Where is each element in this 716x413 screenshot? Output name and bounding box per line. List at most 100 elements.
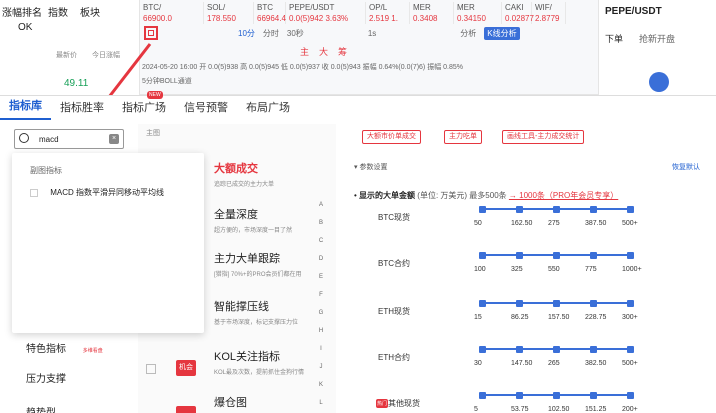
- slider-stop[interactable]: [479, 300, 486, 307]
- alpha-letter[interactable]: C: [316, 232, 326, 250]
- indicator-desc: KOL最及次数，提前抓住金狗行情: [214, 370, 305, 376]
- slider-stop[interactable]: [590, 300, 597, 307]
- ticker-item[interactable]: SOL/178.550: [204, 2, 254, 24]
- ticker-item[interactable]: CAKI 0.02877: [502, 2, 534, 24]
- feature-pill[interactable]: 主力吃单: [444, 130, 482, 144]
- tab-layout[interactable]: 布局广场: [237, 99, 299, 120]
- tool-big[interactable]: 大: [319, 45, 328, 58]
- slider-stop[interactable]: [553, 346, 560, 353]
- slider-stop[interactable]: [553, 300, 560, 307]
- liquidation-tag: [176, 406, 196, 413]
- slider-stop[interactable]: [590, 206, 597, 213]
- alpha-letter[interactable]: I: [316, 340, 326, 358]
- tab-library[interactable]: 指标库: [0, 97, 51, 120]
- s1-button[interactable]: 1s: [368, 29, 376, 38]
- slider-track[interactable]: [479, 206, 634, 213]
- interval-select[interactable]: 10分: [238, 28, 255, 39]
- tab-sector[interactable]: 板块: [80, 4, 100, 19]
- alpha-letter[interactable]: G: [316, 304, 326, 322]
- slider-stop[interactable]: [627, 392, 634, 399]
- indicator-list-item[interactable]: 大额成交 追踪已成交的主力大单: [214, 160, 274, 188]
- grab-tab[interactable]: 抢新开盘: [639, 32, 675, 45]
- indicator-list-item[interactable]: KOL关注指标 KOL最及次数，提前抓住金狗行情: [214, 348, 304, 376]
- slider-stop[interactable]: [516, 206, 523, 213]
- slider-stop[interactable]: [479, 392, 486, 399]
- alpha-letter[interactable]: E: [316, 268, 326, 286]
- result-item-macd[interactable]: MACD 指数平滑异同移动平均线: [30, 187, 164, 198]
- alpha-letter[interactable]: K: [316, 376, 326, 394]
- order-tab[interactable]: 下单: [605, 32, 623, 45]
- alpha-letter[interactable]: A: [316, 196, 326, 214]
- sec30-button[interactable]: 30秒: [287, 28, 304, 39]
- sidebar-item-feature[interactable]: 特色指标 多维看盘: [26, 340, 103, 355]
- indicator-list-item[interactable]: 全量深度 超方便的，市场深度一目了然: [214, 206, 292, 234]
- ticker-item[interactable]: BTC 66964.4: [254, 2, 286, 24]
- tab-winrate[interactable]: 指标胜率: [51, 99, 113, 120]
- tool-main[interactable]: 主: [300, 45, 309, 58]
- feature-pill[interactable]: 画线工具-主力成交统计: [502, 130, 585, 144]
- slider-stop[interactable]: [479, 206, 486, 213]
- feature-pill[interactable]: 大额市价单成交: [362, 130, 421, 144]
- ok-button[interactable]: OK: [18, 22, 32, 33]
- slider-stop[interactable]: [627, 346, 634, 353]
- kol-tag: 机会: [176, 360, 196, 376]
- tab-square[interactable]: 指标广场 NEW: [113, 91, 175, 120]
- alpha-letter[interactable]: B: [316, 214, 326, 232]
- analysis-button[interactable]: 分析: [460, 28, 476, 39]
- sidebar-item-trend[interactable]: 趋势型: [26, 404, 56, 413]
- alpha-letter[interactable]: J: [316, 358, 326, 376]
- indicator-button[interactable]: [144, 26, 158, 40]
- alpha-letter[interactable]: L: [316, 394, 326, 412]
- slider-track[interactable]: [479, 252, 634, 259]
- slider-stop[interactable]: [479, 346, 486, 353]
- slider-stop[interactable]: [479, 252, 486, 259]
- slider-tick-label: 382.50: [585, 360, 607, 367]
- slider-stop[interactable]: [516, 300, 523, 307]
- alpha-letter[interactable]: H: [316, 322, 326, 340]
- ticker-item[interactable]: PEPE/USDT 0.0(5)942 3.63%: [286, 2, 366, 24]
- result-checkbox[interactable]: [30, 188, 38, 197]
- tab-signal[interactable]: 信号预警: [175, 99, 237, 120]
- slider-tick-label: 325: [511, 266, 523, 273]
- threshold-upgrade-link[interactable]: → 1000条（PRO年会员专享）: [509, 191, 618, 200]
- indicator-list-item[interactable]: 主力大单跟踪 [猎指] 70%+的PRO会员们都在用: [214, 250, 302, 278]
- slider-track[interactable]: [479, 392, 634, 399]
- slider-tick-label: 387.50: [585, 220, 607, 227]
- indicator-list-item[interactable]: 智能撑压线 基于市场深度，标记支撑压力位: [214, 298, 298, 326]
- ticker-item[interactable]: BTC/66900.0: [140, 2, 204, 24]
- slider-track[interactable]: [479, 346, 634, 353]
- timeshare-button[interactable]: 分时: [263, 28, 279, 39]
- ticker-item[interactable]: MER 0.3408: [410, 2, 454, 24]
- slider-stop[interactable]: [553, 252, 560, 259]
- slider-stop[interactable]: [627, 252, 634, 259]
- slider-name: BTC现货: [378, 213, 410, 222]
- alpha-letter[interactable]: D: [316, 250, 326, 268]
- slider-stop[interactable]: [553, 392, 560, 399]
- alpha-letter[interactable]: F: [316, 286, 326, 304]
- clear-icon[interactable]: ×: [109, 134, 119, 144]
- ticker-item[interactable]: OP/L 2.519 1.: [366, 2, 410, 24]
- search-input[interactable]: macd: [39, 135, 59, 144]
- indicator-list-item[interactable]: 爆仓图: [214, 394, 247, 413]
- ticker-item[interactable]: WIF/2.8779: [532, 2, 566, 24]
- modal-tabs: 指标库 指标胜率 指标广场 NEW 信号预警 布局广场: [0, 91, 716, 120]
- tab-rank[interactable]: 涨幅排名: [2, 4, 42, 19]
- slider-stop[interactable]: [590, 392, 597, 399]
- ticker-item[interactable]: MER 0.34150: [454, 2, 502, 24]
- ticker-name: OP/L: [369, 3, 388, 12]
- sidebar-item-pressure[interactable]: 压力支撑: [26, 370, 66, 385]
- slider-stop[interactable]: [627, 300, 634, 307]
- slider-stop[interactable]: [590, 252, 597, 259]
- slider-stop[interactable]: [516, 392, 523, 399]
- slider-stop[interactable]: [516, 346, 523, 353]
- slider-track[interactable]: [479, 300, 634, 307]
- reset-link[interactable]: 恢复默认: [672, 162, 700, 172]
- slider-stop[interactable]: [627, 206, 634, 213]
- slider-stop[interactable]: [590, 346, 597, 353]
- kol-checkbox[interactable]: [146, 364, 156, 374]
- slider-stop[interactable]: [516, 252, 523, 259]
- tab-index[interactable]: 指数: [48, 4, 68, 19]
- tool-chips[interactable]: 筹: [338, 45, 347, 58]
- slider-stop[interactable]: [553, 206, 560, 213]
- kline-analysis-button[interactable]: K线分析: [484, 26, 520, 40]
